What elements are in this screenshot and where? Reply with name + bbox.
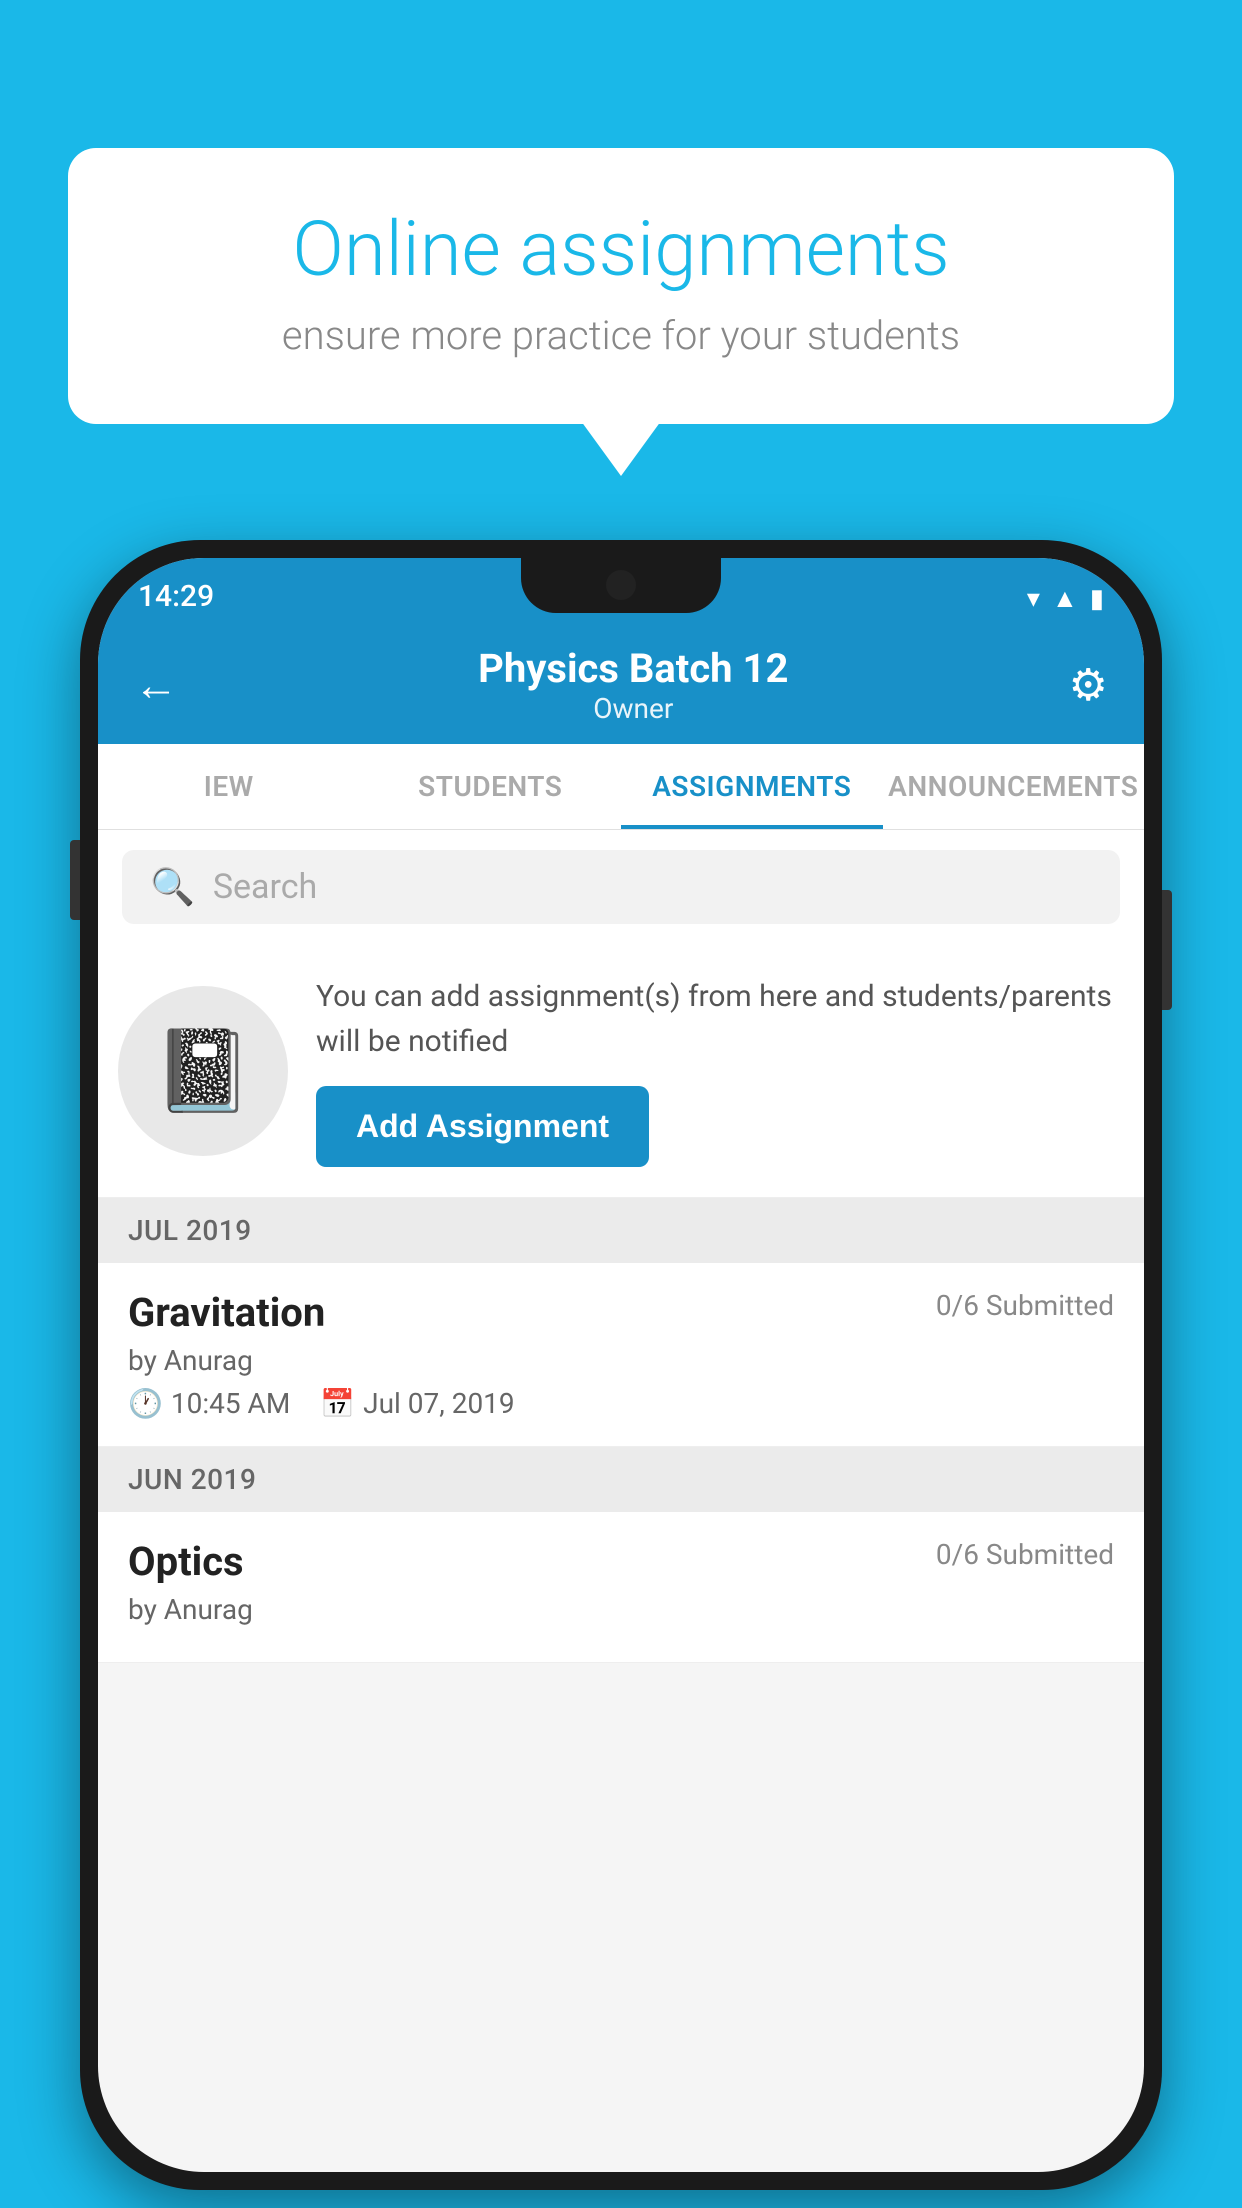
- status-icons: ▾ ▲ ▮: [1027, 583, 1104, 614]
- assignment-date: Jul 07, 2019: [363, 1387, 515, 1420]
- tab-students[interactable]: STUDENTS: [360, 744, 622, 829]
- volume-button: [70, 840, 80, 920]
- battery-icon: ▮: [1090, 584, 1104, 614]
- app-bar-title-group: Physics Batch 12 Owner: [198, 645, 1069, 725]
- settings-icon[interactable]: ⚙: [1069, 659, 1108, 711]
- phone-screen: 14:29 ▾ ▲ ▮ ← Physics Batch 12 Owner ⚙ I…: [98, 558, 1144, 2172]
- promo-card: Online assignments ensure more practice …: [68, 148, 1174, 424]
- app-bar-title: Physics Batch 12: [198, 645, 1069, 692]
- search-placeholder: Search: [213, 867, 317, 907]
- phone-notch: [521, 558, 721, 613]
- promo-subtitle: ensure more practice for your students: [148, 312, 1094, 359]
- assignment-name-optics: Optics: [128, 1538, 244, 1585]
- calendar-icon: 📅: [320, 1387, 355, 1420]
- app-bar: ← Physics Batch 12 Owner ⚙: [98, 626, 1144, 744]
- assignment-name: Gravitation: [128, 1289, 325, 1336]
- tab-iew[interactable]: IEW: [98, 744, 360, 829]
- assignment-item-top: Gravitation 0/6 Submitted: [128, 1289, 1114, 1336]
- search-bar[interactable]: 🔍 Search: [122, 850, 1120, 924]
- assignment-submitted-optics: 0/6 Submitted: [936, 1538, 1114, 1571]
- assignment-icon-circle: 📓: [118, 986, 288, 1156]
- add-assignment-card: 📓 You can add assignment(s) from here an…: [98, 944, 1144, 1198]
- assignment-submitted: 0/6 Submitted: [936, 1289, 1114, 1322]
- wifi-icon: ▾: [1027, 584, 1040, 614]
- meta-time: 🕐 10:45 AM: [128, 1387, 290, 1420]
- notebook-icon: 📓: [153, 1024, 253, 1118]
- assignment-meta: 🕐 10:45 AM 📅 Jul 07, 2019: [128, 1387, 1114, 1420]
- phone-frame: 14:29 ▾ ▲ ▮ ← Physics Batch 12 Owner ⚙ I…: [80, 540, 1162, 2190]
- back-button[interactable]: ←: [134, 659, 178, 711]
- app-bar-subtitle: Owner: [198, 692, 1069, 725]
- tab-announcements[interactable]: ANNOUNCEMENTS: [883, 744, 1145, 829]
- speech-bubble: Online assignments ensure more practice …: [68, 148, 1174, 424]
- search-icon: 🔍: [150, 866, 195, 908]
- tabs-bar: IEW STUDENTS ASSIGNMENTS ANNOUNCEMENTS: [98, 744, 1144, 830]
- tab-assignments[interactable]: ASSIGNMENTS: [621, 744, 883, 829]
- signal-icon: ▲: [1052, 583, 1078, 614]
- power-button: [1162, 890, 1172, 1010]
- assignment-author: by Anurag: [128, 1344, 1114, 1377]
- add-assignment-button[interactable]: Add Assignment: [316, 1086, 649, 1167]
- section-header-jul: JUL 2019: [98, 1198, 1144, 1263]
- assignment-item-top-optics: Optics 0/6 Submitted: [128, 1538, 1114, 1585]
- camera: [606, 570, 636, 600]
- add-assignment-description: You can add assignment(s) from here and …: [316, 974, 1114, 1064]
- assignment-item-gravitation[interactable]: Gravitation 0/6 Submitted by Anurag 🕐 10…: [98, 1263, 1144, 1447]
- assignment-author-optics: by Anurag: [128, 1593, 1114, 1626]
- promo-title: Online assignments: [148, 208, 1094, 292]
- assignment-time: 10:45 AM: [171, 1387, 290, 1420]
- clock-icon: 🕐: [128, 1387, 163, 1420]
- section-header-jun: JUN 2019: [98, 1447, 1144, 1512]
- meta-date: 📅 Jul 07, 2019: [320, 1387, 514, 1420]
- add-assignment-info: You can add assignment(s) from here and …: [316, 974, 1114, 1167]
- status-time: 14:29: [138, 579, 214, 614]
- search-wrapper: 🔍 Search: [98, 830, 1144, 944]
- assignment-item-optics[interactable]: Optics 0/6 Submitted by Anurag: [98, 1512, 1144, 1663]
